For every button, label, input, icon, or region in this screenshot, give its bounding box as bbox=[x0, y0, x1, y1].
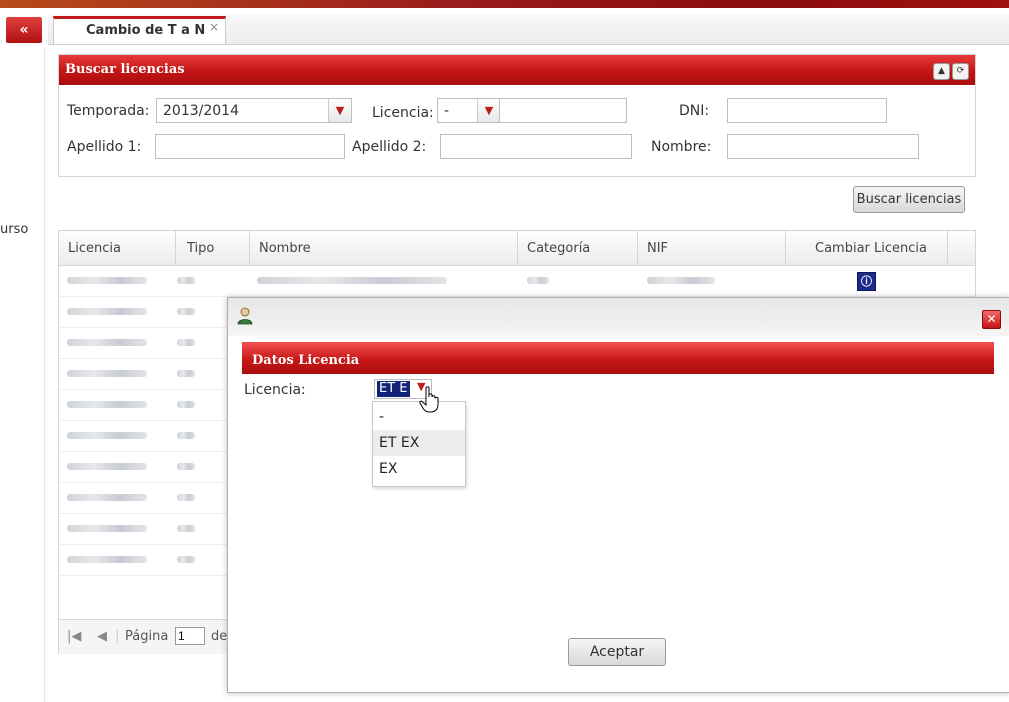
redacted-text bbox=[527, 277, 549, 284]
licencia-label: Licencia: bbox=[372, 105, 434, 121]
close-icon[interactable]: ✕ bbox=[982, 310, 1001, 329]
datos-licencia-header: Datos Licencia bbox=[242, 342, 994, 374]
pager-divider: | bbox=[115, 629, 120, 644]
apellido2-label: Apellido 2: bbox=[352, 139, 427, 155]
redacted-text bbox=[177, 494, 195, 501]
redacted-text bbox=[67, 556, 147, 563]
tab-label: Cambio de T a N bbox=[86, 23, 206, 38]
redacted-text bbox=[177, 432, 195, 439]
redacted-text bbox=[177, 401, 195, 408]
dni-label: DNI: bbox=[679, 103, 710, 119]
refresh-icon[interactable]: ⟳ bbox=[952, 63, 969, 80]
temporada-value: 2013/2014 bbox=[163, 103, 239, 119]
hand-cursor-icon bbox=[419, 386, 439, 413]
col-divider bbox=[637, 231, 638, 265]
temporada-label: Temporada: bbox=[67, 103, 150, 119]
dialog-titlebar[interactable]: ✕ bbox=[228, 298, 1009, 336]
col-divider bbox=[947, 231, 948, 265]
col-divider bbox=[785, 231, 786, 265]
chevron-down-icon[interactable]: ▼ bbox=[477, 99, 500, 122]
search-panel-title: Buscar licencias bbox=[65, 62, 185, 77]
datos-licencia-dialog: ✕ Datos Licencia Licencia: ET E ▼ - ET E… bbox=[227, 297, 1009, 693]
redacted-text bbox=[177, 525, 195, 532]
col-cambiar-licencia[interactable]: Cambiar Licencia bbox=[815, 241, 927, 256]
redacted-text bbox=[177, 308, 195, 315]
redacted-text bbox=[67, 494, 147, 501]
redacted-text bbox=[67, 432, 147, 439]
redacted-text bbox=[67, 370, 147, 377]
licencia-value: - bbox=[444, 103, 450, 119]
pager-label: Página bbox=[125, 629, 169, 644]
redacted-text bbox=[67, 463, 147, 470]
apellido1-input[interactable] bbox=[155, 134, 345, 159]
col-nombre[interactable]: Nombre bbox=[259, 241, 311, 256]
modal-licencia-label: Licencia: bbox=[244, 382, 306, 398]
col-divider bbox=[175, 231, 176, 265]
aceptar-button[interactable]: Aceptar bbox=[568, 638, 666, 666]
redacted-text bbox=[647, 277, 715, 284]
col-divider bbox=[517, 231, 518, 265]
redacted-text bbox=[177, 370, 195, 377]
col-licencia[interactable]: Licencia bbox=[68, 241, 121, 256]
table-row[interactable]: ⓘ bbox=[59, 265, 975, 297]
pager-of-label: de bbox=[211, 629, 228, 644]
buscar-licencias-button[interactable]: Buscar licencias bbox=[853, 186, 965, 213]
redacted-text bbox=[67, 401, 147, 408]
apellido1-label: Apellido 1: bbox=[67, 139, 142, 155]
col-nif[interactable]: NIF bbox=[647, 241, 668, 256]
col-categoria[interactable]: Categoría bbox=[527, 241, 590, 256]
modal-licencia-selected: ET E bbox=[377, 381, 410, 397]
info-icon[interactable]: ⓘ bbox=[857, 272, 876, 291]
dropdown-option-ex[interactable]: EX bbox=[373, 456, 465, 482]
apellido2-input[interactable] bbox=[440, 134, 632, 159]
redacted-text bbox=[177, 463, 195, 470]
left-sidebar bbox=[0, 48, 45, 702]
user-icon bbox=[237, 307, 253, 325]
page-number-input[interactable] bbox=[175, 627, 205, 645]
sidebar-partial-text: urso bbox=[0, 222, 29, 237]
redacted-text bbox=[67, 339, 147, 346]
redacted-text bbox=[177, 277, 195, 284]
nombre-input[interactable] bbox=[727, 134, 919, 159]
top-strip bbox=[0, 0, 1009, 8]
search-panel-header: Buscar licencias ▲ ⟳ bbox=[59, 55, 975, 85]
redacted-text bbox=[257, 277, 447, 284]
grid-header: Licencia Tipo Nombre Categoría NIF Cambi… bbox=[59, 231, 975, 266]
dropdown-option-et-ex[interactable]: ET EX bbox=[373, 430, 465, 456]
redacted-text bbox=[67, 308, 147, 315]
first-page-icon[interactable]: |◀ bbox=[67, 629, 81, 644]
nombre-label: Nombre: bbox=[651, 139, 712, 155]
collapse-panel-icon[interactable]: ▲ bbox=[933, 63, 950, 80]
redacted-text bbox=[177, 339, 195, 346]
temporada-select[interactable]: 2013/2014 ▼ bbox=[156, 98, 352, 123]
licencia-input[interactable] bbox=[499, 98, 627, 123]
chevron-down-icon[interactable]: ▼ bbox=[328, 99, 351, 122]
col-tipo[interactable]: Tipo bbox=[187, 241, 214, 256]
licencia-select[interactable]: - ▼ bbox=[437, 98, 501, 123]
col-divider bbox=[249, 231, 250, 265]
redacted-text bbox=[67, 277, 147, 284]
prev-page-icon[interactable]: ◀ bbox=[97, 629, 107, 644]
tab-close-icon[interactable]: × bbox=[209, 20, 219, 34]
redacted-text bbox=[67, 525, 147, 532]
tab-cambio-t-a-n[interactable]: Cambio de T a N × bbox=[53, 16, 226, 44]
dni-input[interactable] bbox=[727, 98, 887, 123]
datos-licencia-title: Datos Licencia bbox=[252, 353, 360, 368]
redacted-text bbox=[177, 556, 195, 563]
collapse-sidebar-button[interactable]: « bbox=[6, 17, 42, 43]
search-panel: Buscar licencias ▲ ⟳ Temporada: 2013/201… bbox=[58, 54, 976, 177]
